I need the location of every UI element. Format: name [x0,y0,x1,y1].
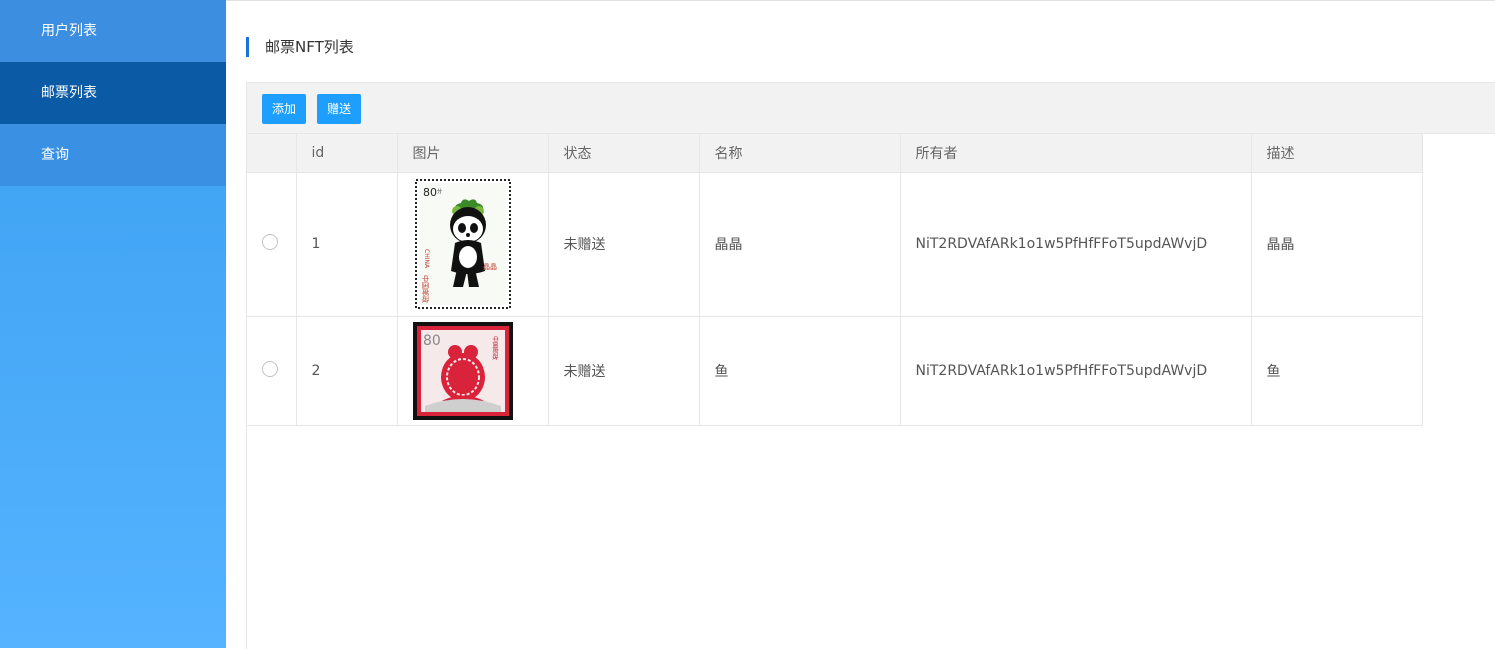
stamp-post: 中国邮政 [421,275,430,303]
cell-owner: NiT2RDVAfARk1o1w5PfHfFFoT5updAWvjD [900,316,1252,426]
cell-name: 鱼 [699,316,901,426]
radio-button[interactable] [262,360,278,377]
table-header-row: id 图片 状态 名称 所有者 描述 [247,134,1423,173]
header-name[interactable]: 名称 [699,134,901,173]
stamp-post: 中国邮政 [491,336,499,360]
cell-desc: 晶晶 [1251,172,1423,317]
stamp-image-fish[interactable]: 80 中国邮政 [412,321,513,420]
cell-id: 2 [296,316,398,426]
stamp-unit: 分 [437,188,442,195]
stamp-value: 80 [423,333,441,349]
page-title: 邮票NFT列表 [246,37,354,57]
header-owner[interactable]: 所有者 [900,134,1252,173]
cell-image: 80 分 CHINA 中国邮政 晶晶 [397,172,549,317]
sidebar-item-users[interactable]: 用户列表 [0,0,226,62]
add-button[interactable]: 添加 [262,94,307,124]
radio-button[interactable] [262,234,278,250]
table-panel: 添加 赠送 id 图片 状态 名称 所有者 描述 1 80 分 CHINA 中国… [246,82,1495,649]
header-image[interactable]: 图片 [397,134,549,173]
cell-id: 1 [296,172,398,317]
row-select[interactable] [247,316,297,426]
header-status[interactable]: 状态 [548,134,700,173]
header-desc[interactable]: 描述 [1251,134,1423,173]
cell-status: 未赠送 [548,172,700,317]
sidebar-item-stamps[interactable]: 邮票列表 [0,62,226,124]
table-row[interactable]: 1 80 分 CHINA 中国邮政 晶晶 未赠送 晶晶 NiT2RDVAfARk… [247,172,1423,317]
cell-status: 未赠送 [548,316,700,426]
stamp-value: 80 [423,186,437,199]
cell-image: 80 中国邮政 [397,316,549,426]
cell-name: 晶晶 [699,172,901,317]
sidebar: 用户列表 邮票列表 查询 [0,0,226,648]
stamp-table: id 图片 状态 名称 所有者 描述 1 80 分 CHINA 中国邮政 晶晶 … [247,134,1423,426]
table-toolbar: 添加 赠送 [247,83,1495,134]
main-content: 邮票NFT列表 添加 赠送 id 图片 状态 名称 所有者 描述 1 80 分 … [226,0,1495,649]
table-row[interactable]: 2 80 中国邮政 未赠送 鱼 NiT2RDVAfARk1o1w5PfHfFFo… [247,316,1423,426]
gift-button[interactable]: 赠送 [317,94,362,124]
cell-owner: NiT2RDVAfARk1o1w5PfHfFFoT5updAWvjD [900,172,1252,317]
row-select[interactable] [247,172,297,317]
stamp-country: CHINA [423,249,430,269]
sidebar-item-query[interactable]: 查询 [0,124,226,186]
header-select [247,134,297,173]
header-id[interactable]: id [296,134,398,173]
cell-desc: 鱼 [1251,316,1423,426]
stamp-image-jingjing[interactable]: 80 分 CHINA 中国邮政 晶晶 [412,177,513,311]
stamp-caption: 晶晶 [483,263,497,271]
